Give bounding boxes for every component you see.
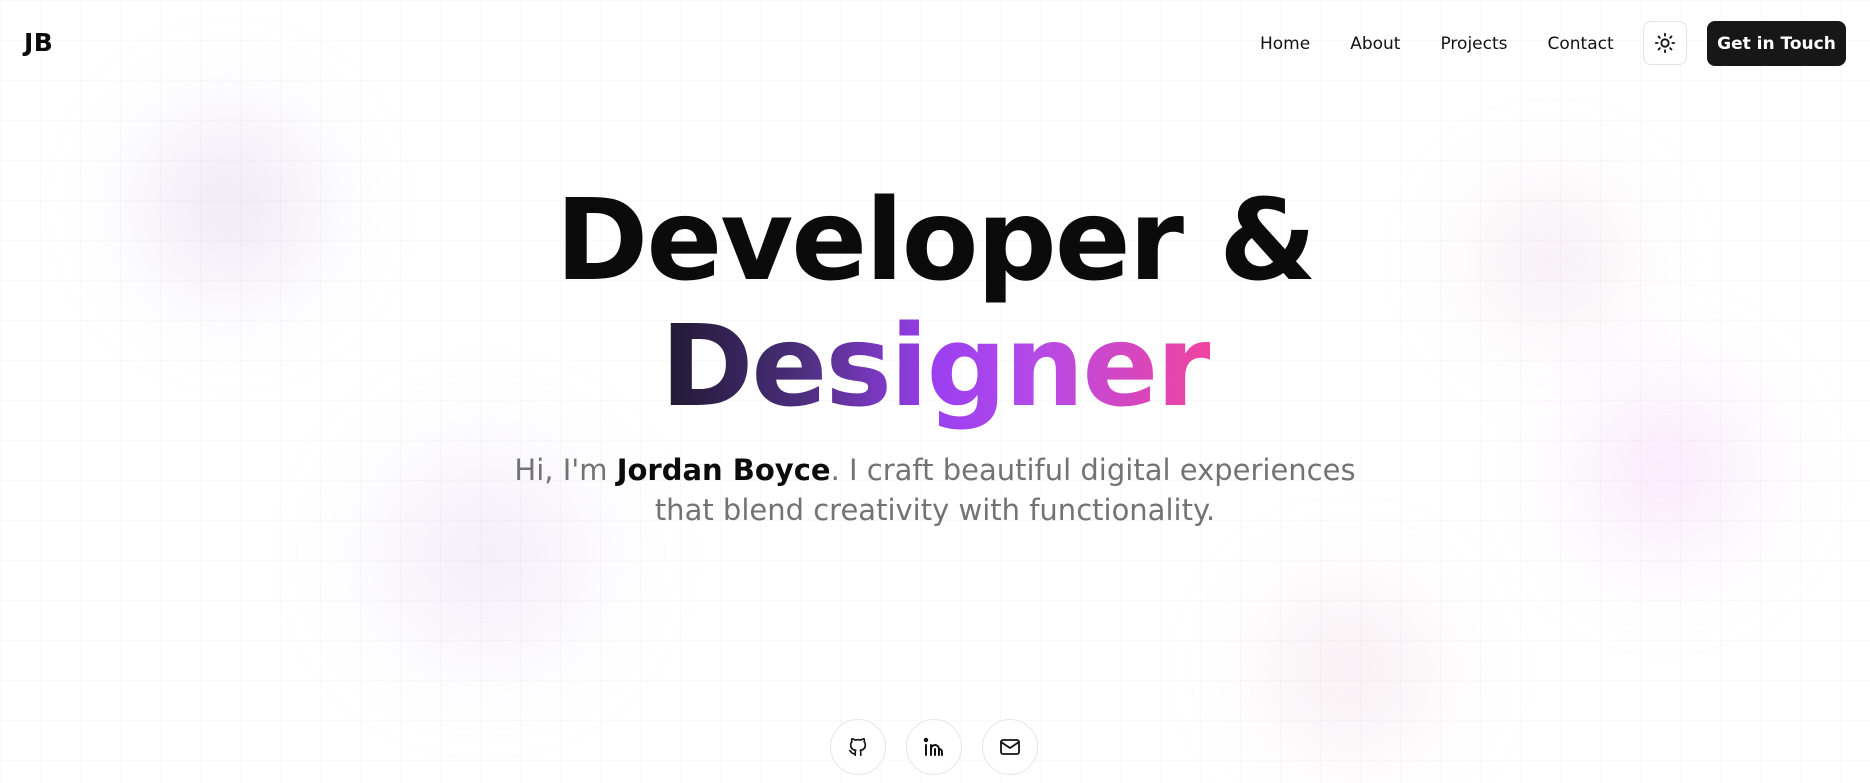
- sun-icon: [1654, 32, 1676, 54]
- hero-subtitle: Hi, I'm Jordan Boyce. I craft beautiful …: [510, 450, 1360, 530]
- headline-line-2-wrapper: Designer: [0, 304, 1870, 430]
- hero-headline: Developer & Designer: [0, 178, 1870, 430]
- theme-toggle-button[interactable]: [1643, 21, 1687, 65]
- page: JB Home About Projects Contact Get in To…: [0, 0, 1870, 783]
- subtitle-prefix: Hi, I'm: [514, 453, 617, 487]
- mail-icon: [1000, 739, 1020, 755]
- subtitle-name: Jordan Boyce: [616, 453, 831, 487]
- nav-link-about[interactable]: About: [1350, 32, 1400, 56]
- linkedin-icon: [923, 737, 943, 756]
- email-link[interactable]: [982, 719, 1038, 775]
- top-navbar: JB Home About Projects Contact Get in To…: [0, 0, 1870, 88]
- nav-link-home[interactable]: Home: [1260, 32, 1310, 56]
- nav-links: Home About Projects Contact: [1260, 32, 1614, 56]
- get-in-touch-button[interactable]: Get in Touch: [1707, 21, 1846, 66]
- logo[interactable]: JB: [24, 28, 53, 57]
- github-link[interactable]: [830, 719, 886, 775]
- github-icon: [848, 737, 867, 757]
- nav-link-contact[interactable]: Contact: [1548, 32, 1614, 56]
- social-links: [830, 719, 1038, 775]
- headline-line-1: Developer &: [555, 176, 1316, 306]
- linkedin-link[interactable]: [906, 719, 962, 775]
- background-blob: [1220, 560, 1480, 780]
- nav-link-projects[interactable]: Projects: [1440, 32, 1507, 56]
- headline-gradient-word: Designer: [660, 302, 1211, 432]
- hero-section: Developer & Designer: [0, 178, 1870, 430]
